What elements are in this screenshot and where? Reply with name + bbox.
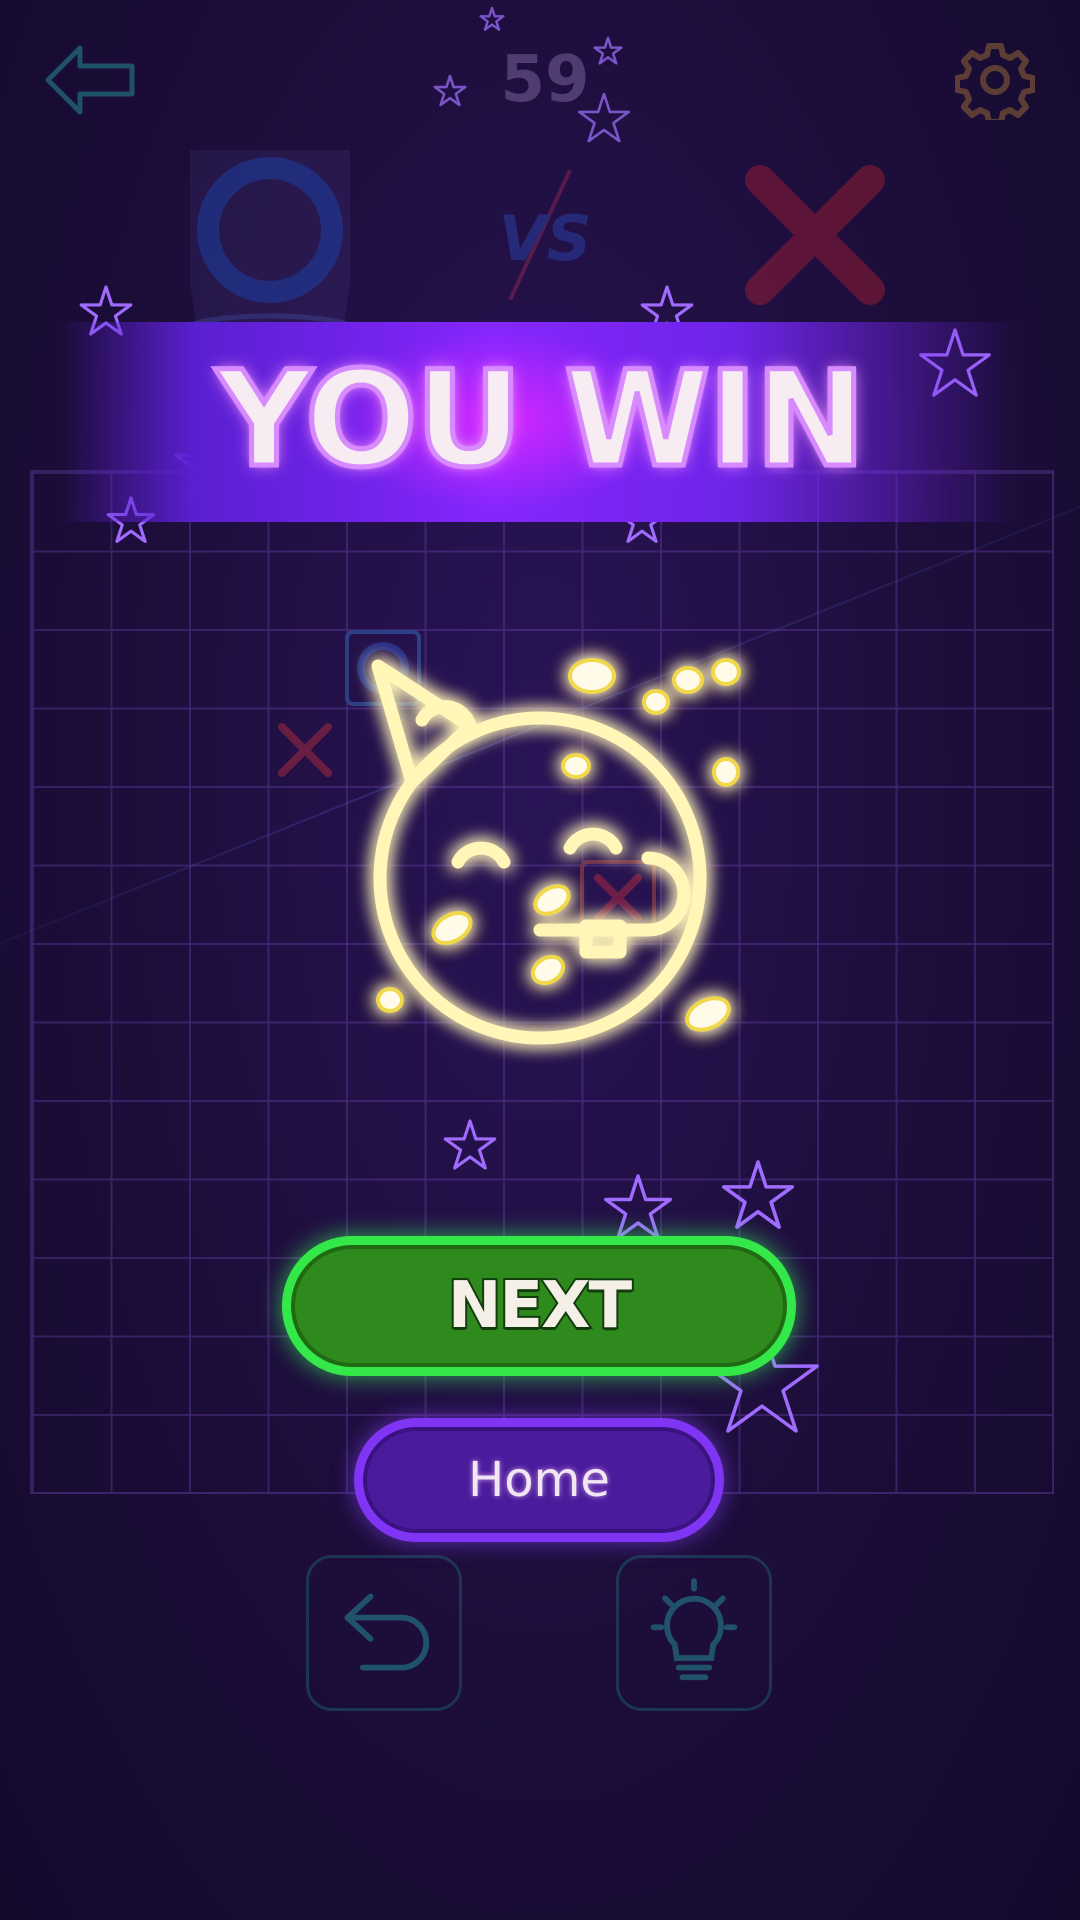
player-x-icon xyxy=(745,165,885,305)
win-title: YOU WIN xyxy=(214,341,868,500)
vs-icon: VS xyxy=(500,170,590,300)
home-button[interactable]: Home xyxy=(354,1418,724,1542)
party-face-icon xyxy=(371,658,741,1045)
turn-timer: 59 xyxy=(500,43,590,117)
lightbulb-icon[interactable] xyxy=(616,1555,772,1711)
back-arrow-icon[interactable] xyxy=(40,40,140,120)
svg-text:VS: VS xyxy=(500,202,590,275)
undo-icon[interactable] xyxy=(306,1555,462,1711)
gear-icon[interactable] xyxy=(955,40,1035,120)
next-button[interactable]: NEXT xyxy=(282,1236,796,1376)
